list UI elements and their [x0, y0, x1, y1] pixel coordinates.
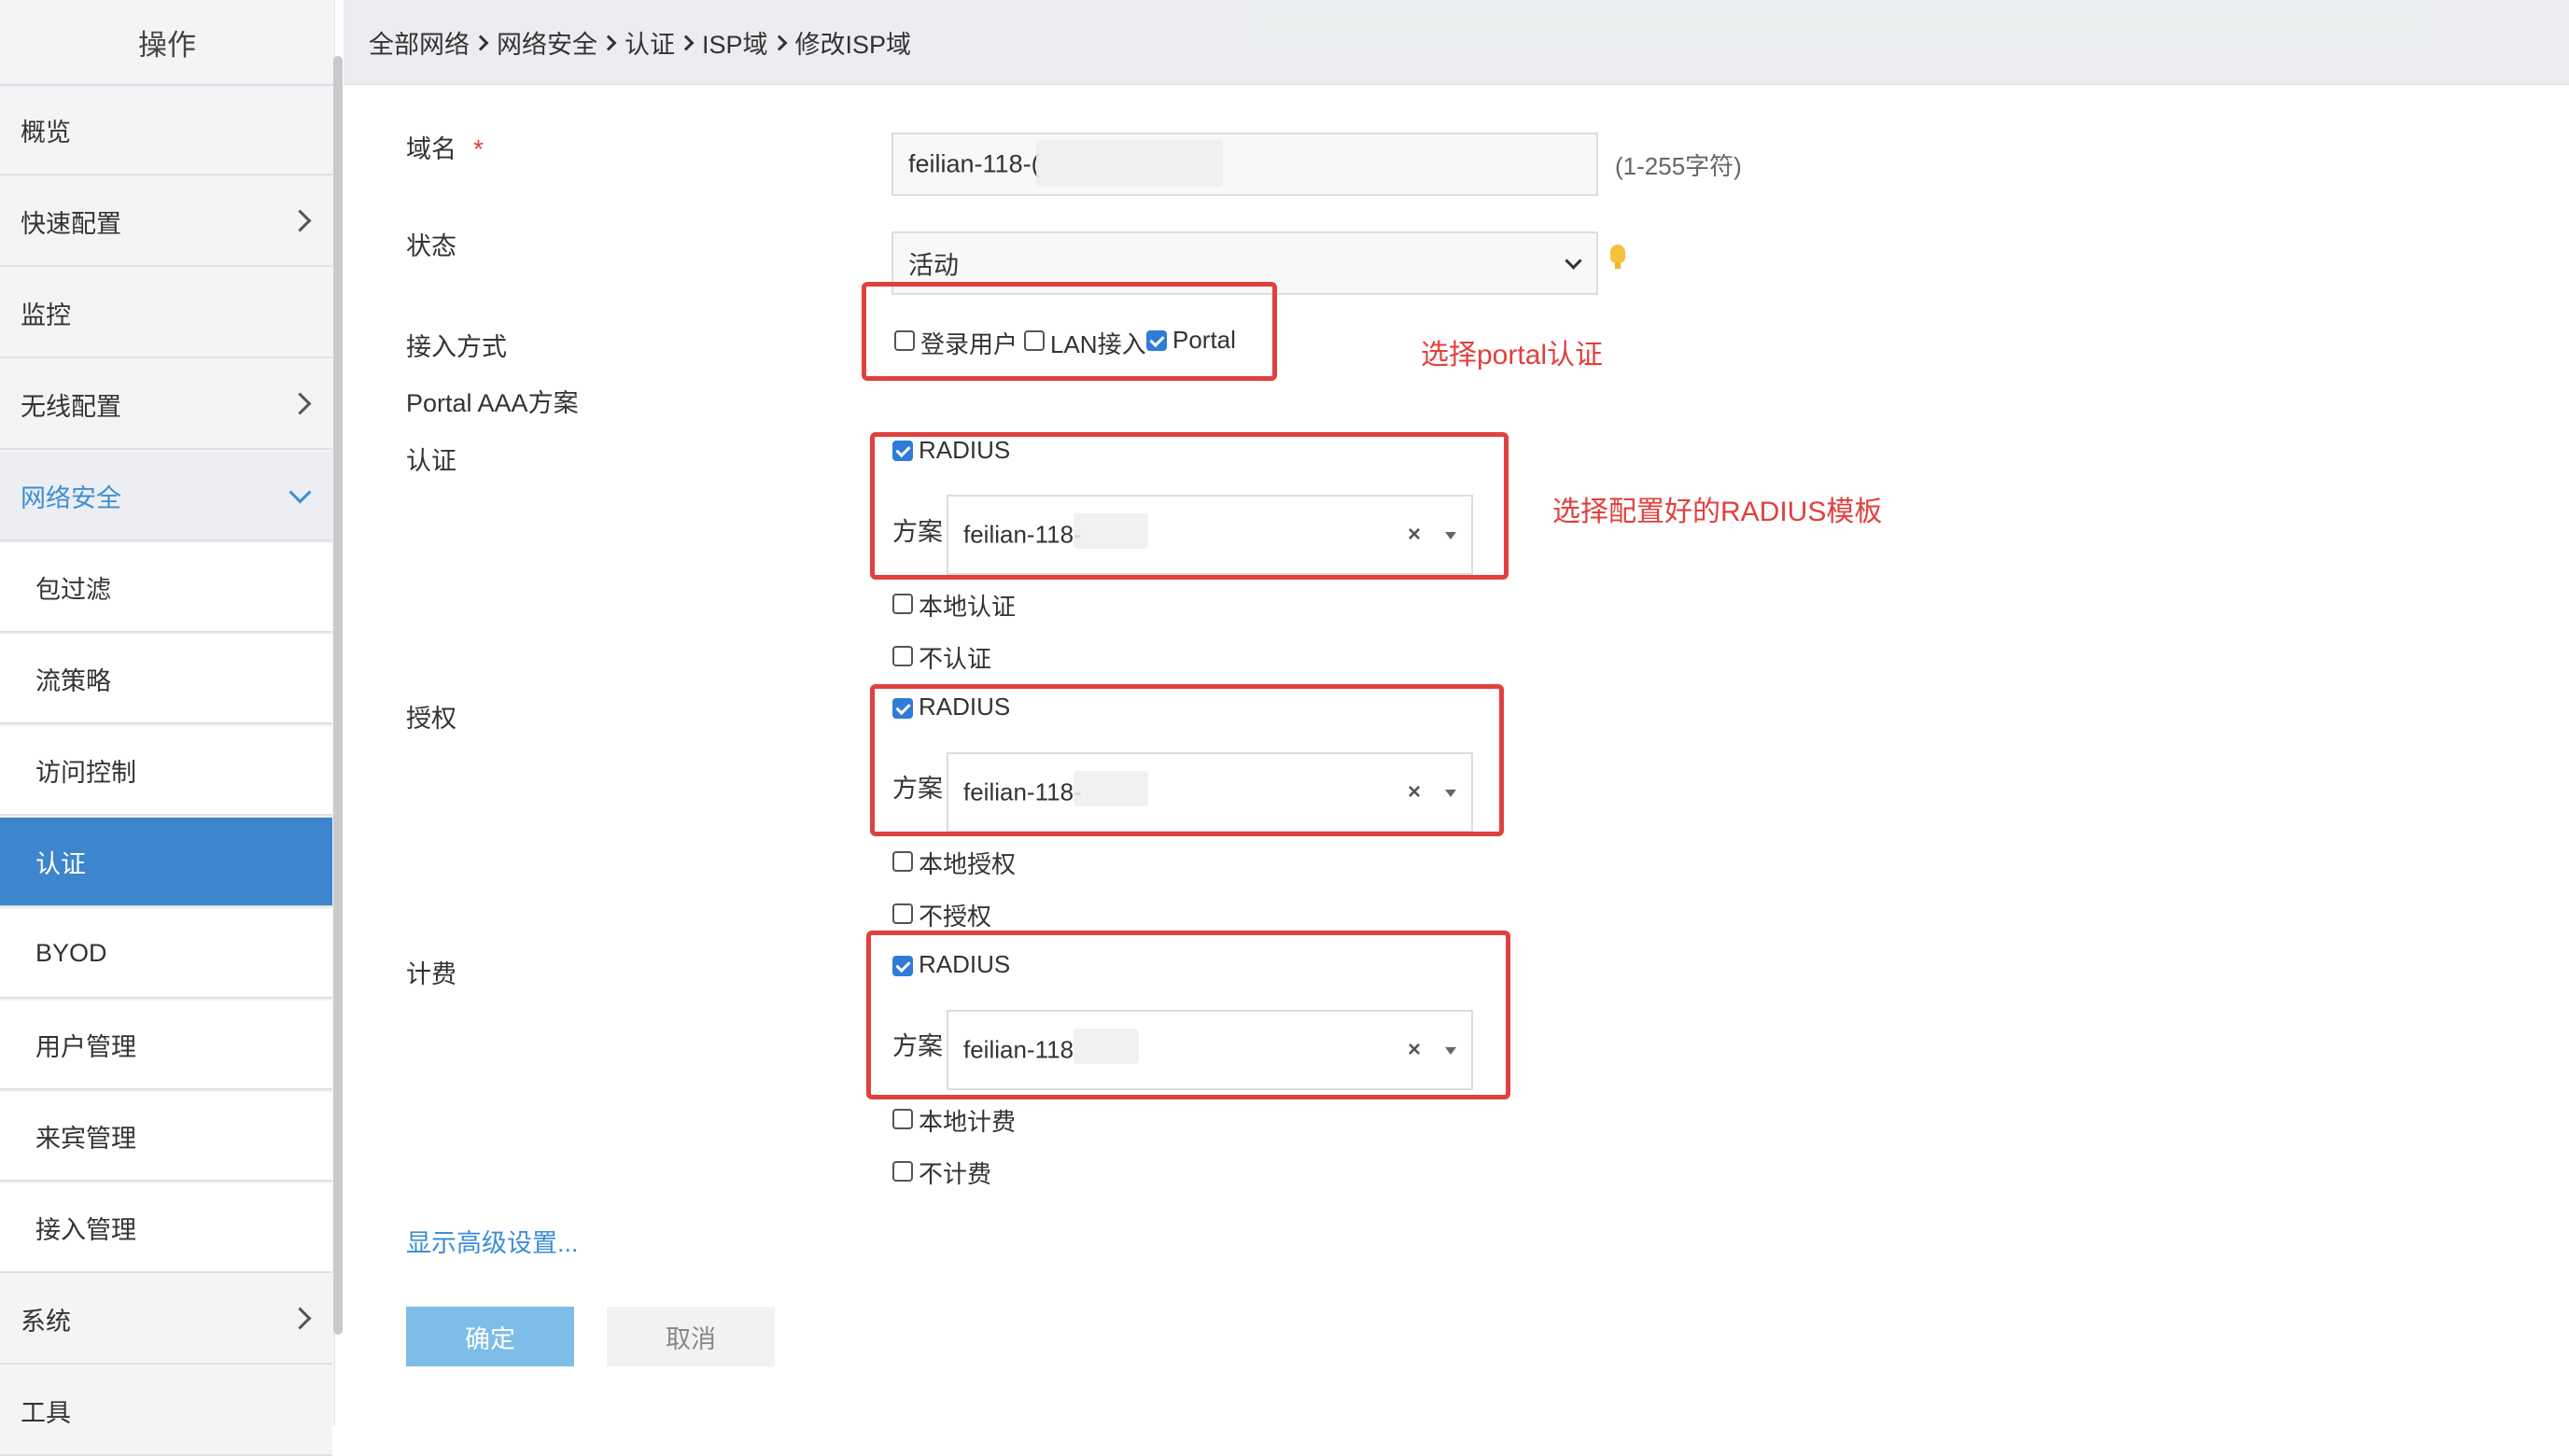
- annotation-box-authz: [870, 684, 1504, 836]
- annotation-radius-note: 选择配置好的RADIUS模板: [1552, 497, 1883, 527]
- annotation-portal-note: 选择portal认证: [1421, 340, 1604, 371]
- breadcrumb-item[interactable]: 网络安全: [497, 24, 597, 61]
- breadcrumb-item[interactable]: ISP域: [702, 24, 768, 61]
- sidebar-item-label: 系统: [21, 1307, 71, 1336]
- sidebar-item-label: 网络安全: [21, 483, 121, 512]
- sidebar-item-label: 快速配置: [21, 209, 121, 238]
- local-acct-checkbox[interactable]: [892, 1109, 913, 1129]
- sidebar-item-quick-config[interactable]: 快速配置: [0, 177, 332, 267]
- sidebar-item-label: 接入管理: [35, 1215, 136, 1244]
- sidebar-item-label: 工具: [21, 1398, 71, 1427]
- sidebar-item-guest-management[interactable]: 来宾管理: [0, 1092, 332, 1182]
- no-authz-label: 不授权: [919, 903, 992, 931]
- sidebar-item-overview[interactable]: 概览: [0, 86, 332, 175]
- chevron-down-icon: [1565, 252, 1582, 270]
- chevron-right-icon: [288, 1307, 312, 1330]
- required-mark: *: [473, 134, 484, 163]
- sidebar-item-flow-policy[interactable]: 流策略: [0, 635, 332, 724]
- sidebar-item-label: 来宾管理: [35, 1124, 136, 1153]
- sidebar-header: 操作: [0, 0, 334, 86]
- chevron-right-icon: [288, 392, 312, 415]
- no-acct-checkbox[interactable]: [892, 1161, 913, 1182]
- status-label: 状态: [406, 232, 456, 260]
- sidebar-item-user-management[interactable]: 用户管理: [0, 1001, 332, 1090]
- sidebar-item-monitor[interactable]: 监控: [0, 269, 332, 358]
- status-value: 活动: [908, 251, 959, 280]
- chevron-right-icon: [771, 35, 788, 50]
- sidebar-item-authentication[interactable]: 认证: [0, 818, 332, 907]
- authentication-label: 认证: [406, 447, 456, 475]
- chevron-down-icon: [288, 481, 312, 504]
- breadcrumb-current: 修改ISP域: [794, 31, 912, 59]
- no-authz-checkbox[interactable]: [892, 903, 913, 924]
- no-acct-label: 不计费: [919, 1160, 992, 1188]
- show-advanced-settings-link[interactable]: 显示高级设置...: [406, 1223, 579, 1259]
- sidebar-item-system[interactable]: 系统: [0, 1275, 332, 1365]
- annotation-box-acct: [866, 931, 1510, 1099]
- sidebar-item-label: 用户管理: [35, 1032, 136, 1061]
- portal-aaa-label: Portal AAA方案: [406, 389, 579, 417]
- local-authz-label: 本地授权: [919, 850, 1017, 878]
- sidebar-item-access-control[interactable]: 访问控制: [0, 726, 332, 816]
- no-auth-checkbox[interactable]: [892, 646, 913, 666]
- breadcrumb: 全部网络 网络安全 认证 ISP域 修改ISP域: [369, 24, 911, 61]
- chevron-right-icon: [288, 209, 312, 232]
- confirm-button[interactable]: 确定: [406, 1307, 574, 1366]
- sidebar-item-byod[interactable]: BYOD: [0, 909, 332, 999]
- chevron-right-icon: [600, 35, 617, 50]
- breadcrumb-item[interactable]: 全部网络: [369, 24, 470, 61]
- chevron-right-icon: [678, 35, 695, 50]
- annotation-box-portal: [862, 282, 1277, 381]
- sidebar-item-label: 流策略: [35, 666, 111, 695]
- domain-name-input[interactable]: feilian-118-(: [891, 133, 1598, 196]
- sidebar-item-wireless-config[interactable]: 无线配置: [0, 360, 332, 450]
- local-acct-label: 本地计费: [919, 1108, 1017, 1136]
- sidebar-item-label: 概览: [21, 118, 71, 147]
- local-auth-checkbox[interactable]: [892, 594, 913, 614]
- annotation-box-auth: [870, 432, 1509, 580]
- sidebar-item-label: 包过滤: [35, 575, 111, 604]
- breadcrumb-item[interactable]: 认证: [625, 24, 675, 61]
- sidebar-item-packet-filter[interactable]: 包过滤: [0, 543, 332, 633]
- sidebar-item-label: 监控: [21, 301, 71, 329]
- sidebar: 操作 概览 快速配置 监控 无线配置 网络安全 包过滤 流策略 访问控制 认证 …: [0, 0, 335, 1456]
- local-authz-checkbox[interactable]: [892, 851, 913, 872]
- access-method-label: 接入方式: [406, 333, 507, 361]
- sidebar-item-label: 无线配置: [21, 392, 121, 421]
- domain-name-hint: (1-255字符): [1615, 152, 1742, 180]
- sidebar-item-label: 访问控制: [35, 758, 136, 787]
- no-auth-label: 不认证: [919, 645, 992, 673]
- cancel-button[interactable]: 取消: [607, 1307, 775, 1366]
- domain-name-label: 域名 *: [406, 134, 484, 163]
- sidebar-item-network-security[interactable]: 网络安全: [0, 452, 332, 541]
- lightbulb-icon[interactable]: [1610, 245, 1625, 269]
- sidebar-item-label: BYOD: [35, 938, 107, 967]
- sidebar-item-access-management[interactable]: 接入管理: [0, 1183, 332, 1273]
- authorization-label: 授权: [406, 705, 456, 733]
- redaction-blur: [1251, 11, 2427, 39]
- accounting-label: 计费: [406, 960, 456, 988]
- sidebar-item-label: 认证: [35, 849, 86, 878]
- chevron-right-icon: [472, 35, 489, 50]
- sidebar-item-tools[interactable]: 工具: [0, 1366, 332, 1456]
- redaction-blur: [1036, 140, 1223, 187]
- local-auth-label: 本地认证: [919, 593, 1017, 621]
- sidebar-scrollbar[interactable]: [333, 56, 343, 1335]
- domain-name-value: feilian-118-(: [908, 149, 1040, 178]
